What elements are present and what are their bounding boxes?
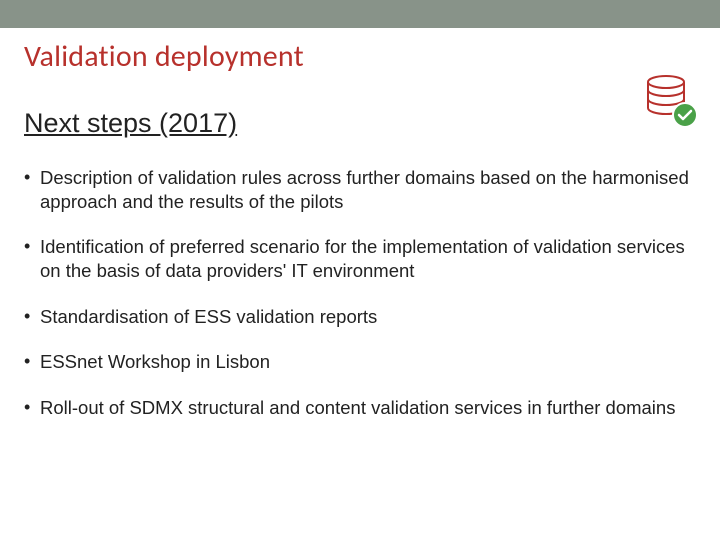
list-item: Description of validation rules across f… [24,166,696,213]
subtitle: Next steps (2017) [24,108,237,139]
top-accent-bar [0,0,720,28]
bullet-list: Description of validation rules across f… [24,166,696,442]
list-item: Roll-out of SDMX structural and content … [24,396,696,420]
database-check-icon [642,72,698,128]
list-item: Identification of preferred scenario for… [24,235,696,282]
list-item: ESSnet Workshop in Lisbon [24,350,696,374]
page-title: Validation deployment [24,38,304,75]
list-item: Standardisation of ESS validation report… [24,305,696,329]
